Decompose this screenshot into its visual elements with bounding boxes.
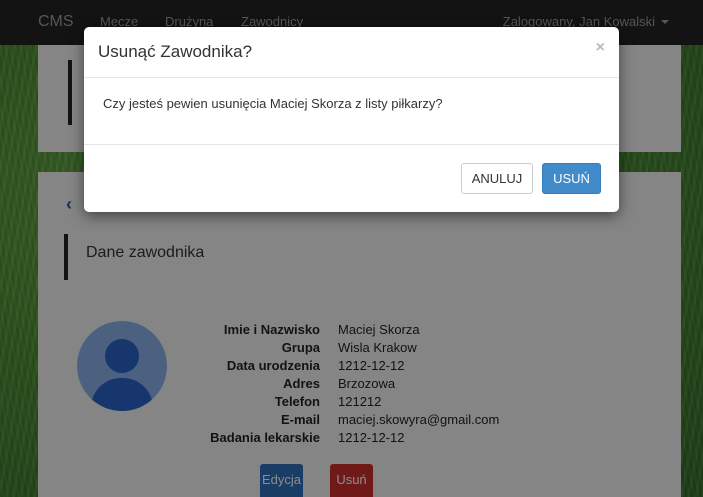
detail-label: Data urodzenia [226,358,320,373]
player-details: Imie i Nazwisko Maciej Skorza Grupa Wisl… [198,321,558,447]
caret-down-icon[interactable] [661,20,669,24]
detail-row: Adres Brzozowa [198,375,558,393]
detail-row: Telefon 121212 [198,393,558,411]
detail-label: Adres [283,376,320,391]
avatar [77,321,167,411]
delete-button[interactable]: Usuń [330,464,373,497]
detail-row: E-mail maciej.skowyra@gmail.com [198,411,558,429]
edit-button[interactable]: Edycja [260,464,303,497]
detail-value: 1212-12-12 [338,358,405,373]
confirm-delete-button[interactable]: USUŃ [542,163,601,194]
detail-label: Grupa [281,340,320,355]
detail-value: Brzozowa [338,376,396,391]
detail-row: Imie i Nazwisko Maciej Skorza [198,321,558,339]
back-arrow-icon[interactable]: ‹ [66,194,72,215]
avatar-body [91,378,153,411]
section-accent-bar [64,234,68,280]
detail-label: Telefon [274,394,320,409]
modal-title: Usunąć Zawodnika? [98,42,253,61]
section-title: Dane zawodnika [86,244,205,261]
detail-label: Imie i Nazwisko [223,322,320,337]
modal-body: Czy jesteś pewien usunięcia Maciej Skorz… [84,78,619,145]
detail-value: Maciej Skorza [338,322,420,337]
detail-value: 1212-12-12 [338,430,405,445]
detail-value: maciej.skowyra@gmail.com [338,412,500,427]
detail-label: Badania lekarskie [210,430,320,445]
delete-confirm-modal: Usunąć Zawodnika? × Czy jesteś pewien us… [84,27,619,212]
detail-label: E-mail [280,412,320,427]
detail-row: Badania lekarskie 1212-12-12 [198,429,558,447]
modal-header: Usunąć Zawodnika? × [84,27,619,78]
detail-row: Data urodzenia 1212-12-12 [198,357,558,375]
detail-value: 121212 [338,394,382,409]
cancel-button[interactable]: ANULUJ [461,163,533,194]
player-panel: ‹ Dane zawodnika Imie i Nazwisko Maciej … [38,172,681,497]
panel-accent-bar [68,60,72,125]
modal-message: Czy jesteś pewien usunięcia Maciej Skorz… [103,96,443,111]
brand-link[interactable]: CMS [38,13,74,31]
close-icon[interactable]: × [596,39,605,57]
detail-row: Grupa Wisla Krakow [198,339,558,357]
avatar-head [105,339,139,373]
detail-value: Wisla Krakow [338,340,417,355]
